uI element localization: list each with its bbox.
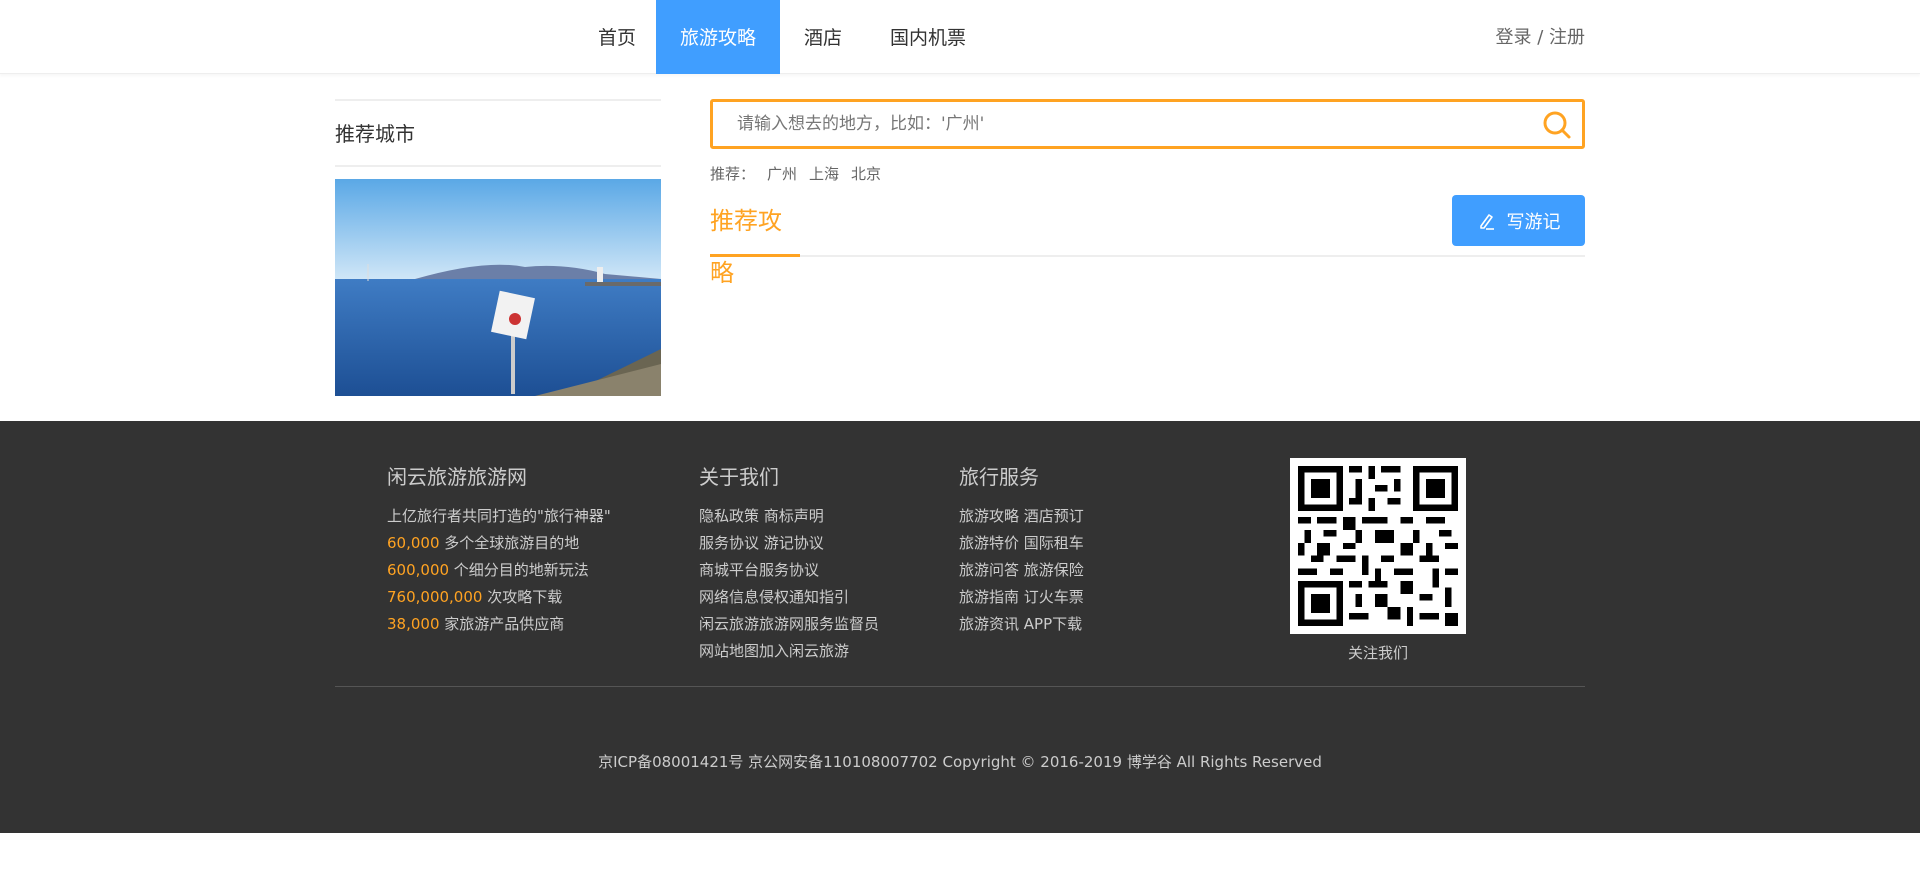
footer-col-about-site: 闲云旅游旅游网 上亿旅行者共同打造的"旅行神器" 60,000 多个全球旅游目的…	[387, 461, 611, 638]
footer-link[interactable]: 旅游资讯 APP下载	[959, 611, 1084, 638]
search-icon[interactable]	[1542, 110, 1572, 140]
nav-item-travel-guides[interactable]: 旅游攻略	[656, 0, 781, 74]
footer-link[interactable]: 旅游问答 旅游保险	[959, 557, 1084, 584]
auth-links: 登录 / 注册	[1495, 0, 1585, 76]
footer-stat-value: 600,000	[387, 561, 450, 579]
recommend-label: 推荐：	[710, 165, 756, 183]
write-travelogue-label: 写游记	[1506, 211, 1561, 233]
qr-code	[1290, 458, 1466, 634]
recommend-city-link[interactable]: 上海	[809, 163, 839, 184]
footer-line-text: 上亿旅行者共同打造的"旅行神器"	[387, 507, 611, 525]
recommended-cities-panel: 推荐城市	[335, 99, 661, 396]
footer-col-title: 关于我们	[699, 465, 779, 489]
footer-line-text: 次攻略下载	[482, 588, 563, 606]
footer-link[interactable]: 闲云旅游旅游网服务监督员	[699, 611, 879, 638]
footer-line-text: 个细分目的地新玩法	[449, 561, 589, 579]
recommend-city-link[interactable]: 广州	[767, 163, 797, 184]
search-box	[710, 99, 1585, 149]
footer-col-travel-services: 旅行服务 旅游攻略 酒店预订 旅游特价 国际租车 旅游问答 旅游保险 旅游指南 …	[959, 461, 1084, 638]
nav-item-hotel[interactable]: 酒店	[780, 0, 866, 74]
copyright: 京ICP备08001421号 京公网安备110108007702 Copyrig…	[598, 753, 1322, 771]
nav-item-home[interactable]: 首页	[578, 0, 656, 74]
header-inner: 首页 旅游攻略 酒店 国内机票 登录 / 注册	[335, 0, 1585, 74]
pen-icon	[1479, 213, 1494, 230]
footer-link[interactable]: 旅游特价 国际租车	[959, 530, 1084, 557]
city-photo-illustration	[335, 179, 661, 396]
footer-link[interactable]: 隐私政策 商标声明	[699, 503, 879, 530]
auth-separator: /	[1531, 27, 1549, 48]
footer-stat-value: 760,000,000	[387, 588, 483, 606]
footer-link[interactable]: 商城平台服务协议	[699, 557, 879, 584]
footer-stat-value: 60,000	[387, 534, 440, 552]
register-link[interactable]: 注册	[1549, 27, 1585, 48]
nav-item-domestic-flights[interactable]: 国内机票	[866, 0, 990, 74]
footer: 闲云旅游旅游网 上亿旅行者共同打造的"旅行神器" 60,000 多个全球旅游目的…	[0, 421, 1920, 833]
search-input[interactable]	[713, 102, 1493, 146]
footer-link[interactable]: 网络信息侵权通知指引	[699, 584, 879, 611]
footer-link[interactable]: 旅游指南 订火车票	[959, 584, 1084, 611]
recommend-city-link[interactable]: 北京	[851, 163, 881, 184]
guides-content: 推荐： 广州 上海 北京 推荐攻略 写游记	[710, 99, 1585, 287]
footer-col-about-us: 关于我们 隐私政策 商标声明 服务协议 游记协议 商城平台服务协议 网络信息侵权…	[699, 461, 879, 665]
footer-line-text: 家旅游产品供应商	[439, 615, 565, 633]
footer-link[interactable]: 网站地图加入闲云旅游	[699, 638, 879, 665]
footer-line: 上亿旅行者共同打造的"旅行神器"	[387, 503, 611, 530]
recommended-searches: 推荐： 广州 上海 北京	[710, 163, 1585, 184]
footer-col-title: 旅行服务	[959, 465, 1039, 489]
footer-line-text: 多个全球旅游目的地	[439, 534, 580, 552]
main-content: 推荐城市 请输入想去的地方，比如：'广州' 推荐： 广州 上海 北京 推荐攻略 …	[335, 74, 1585, 421]
qr-code-graphic	[1298, 466, 1458, 626]
guides-tabs: 推荐攻略 写游记	[710, 195, 1585, 287]
qr-code-label: 关注我们	[1347, 644, 1408, 662]
footer-link[interactable]: 服务协议 游记协议	[699, 530, 879, 557]
footer-stat-value: 38,000	[387, 615, 440, 633]
tab-recommended-guides[interactable]: 推荐攻略	[710, 195, 800, 287]
footer-link[interactable]: 旅游攻略 酒店预订	[959, 503, 1084, 530]
footer-line: 60,000 多个全球旅游目的地	[387, 530, 611, 557]
footer-col-title: 闲云旅游旅游网	[387, 465, 527, 489]
recommended-cities-title: 推荐城市	[335, 99, 661, 167]
footer-divider	[335, 686, 1585, 687]
login-link[interactable]: 登录	[1495, 27, 1531, 48]
footer-line: 600,000 个细分目的地新玩法	[387, 557, 611, 584]
city-image[interactable]	[335, 179, 661, 396]
write-travelogue-button[interactable]: 写游记	[1452, 195, 1585, 246]
footer-line: 760,000,000 次攻略下载	[387, 584, 611, 611]
footer-inner: 闲云旅游旅游网 上亿旅行者共同打造的"旅行神器" 60,000 多个全球旅游目的…	[335, 421, 1585, 833]
header: 首页 旅游攻略 酒店 国内机票 登录 / 注册	[0, 0, 1920, 74]
footer-line: 38,000 家旅游产品供应商	[387, 611, 611, 638]
main-nav: 首页 旅游攻略 酒店 国内机票	[578, 0, 990, 74]
